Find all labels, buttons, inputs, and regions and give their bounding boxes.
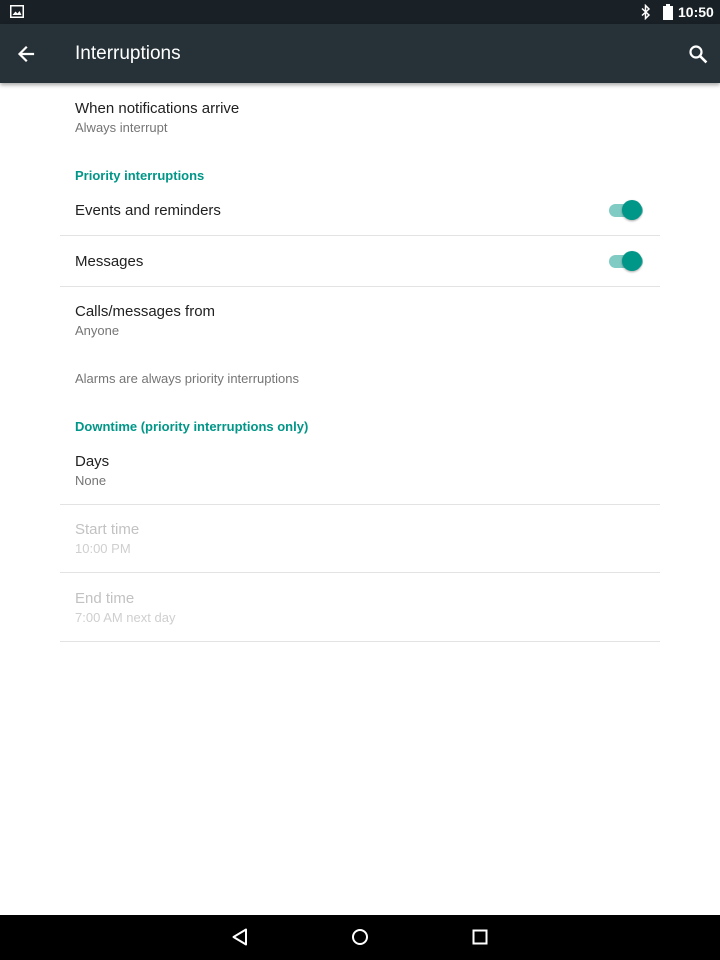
page-title: Interruptions	[75, 43, 181, 64]
days-summary: None	[75, 473, 107, 488]
priority-interruptions-header: Priority interruptions	[75, 168, 205, 183]
arrow-back-icon[interactable]	[12, 40, 40, 68]
image-notification-icon	[10, 5, 24, 18]
messages-title: Messages	[75, 253, 144, 270]
divider	[60, 641, 660, 642]
when-notifications-arrive-item[interactable]: When notifications arrive Always interru…	[60, 83, 660, 149]
end-time-title: End time	[75, 590, 135, 607]
days-item[interactable]: Days None	[60, 437, 660, 504]
screen: 10:50 Interruptions When notifications a…	[0, 0, 720, 960]
when-notifications-arrive-title: When notifications arrive	[75, 100, 240, 117]
switch-thumb	[622, 200, 642, 220]
downtime-header: Downtime (priority interruptions only)	[75, 419, 309, 434]
alarms-note: Alarms are always priority interruptions	[75, 371, 299, 386]
events-and-reminders-switch[interactable]	[609, 199, 643, 221]
events-and-reminders-title: Events and reminders	[75, 202, 221, 219]
home-circle-icon[interactable]	[348, 925, 372, 949]
back-triangle-icon[interactable]	[228, 925, 252, 949]
events-and-reminders-item[interactable]: Events and reminders	[60, 185, 660, 235]
start-time-item: Start time 10:00 PM	[60, 505, 660, 572]
start-time-summary: 10:00 PM	[75, 541, 131, 556]
bluetooth-icon	[641, 4, 651, 20]
end-time-item: End time 7:00 AM next day	[60, 573, 660, 641]
messages-switch[interactable]	[609, 250, 643, 272]
battery-icon	[663, 4, 673, 20]
status-bar: 10:50	[0, 0, 720, 24]
app-bar: Interruptions	[0, 24, 720, 83]
recents-square-icon[interactable]	[468, 925, 492, 949]
search-icon[interactable]	[684, 40, 712, 68]
calls-messages-from-summary: Anyone	[75, 323, 120, 338]
switch-thumb	[622, 251, 642, 271]
navigation-bar	[0, 915, 720, 960]
calls-messages-from-title: Calls/messages from	[75, 303, 216, 320]
start-time-title: Start time	[75, 521, 140, 538]
clock: 10:50	[678, 4, 714, 20]
end-time-summary: 7:00 AM next day	[75, 610, 176, 625]
days-title: Days	[75, 453, 110, 470]
when-notifications-arrive-summary: Always interrupt	[75, 120, 168, 135]
calls-messages-from-item[interactable]: Calls/messages from Anyone	[60, 287, 660, 353]
messages-item[interactable]: Messages	[60, 236, 660, 286]
